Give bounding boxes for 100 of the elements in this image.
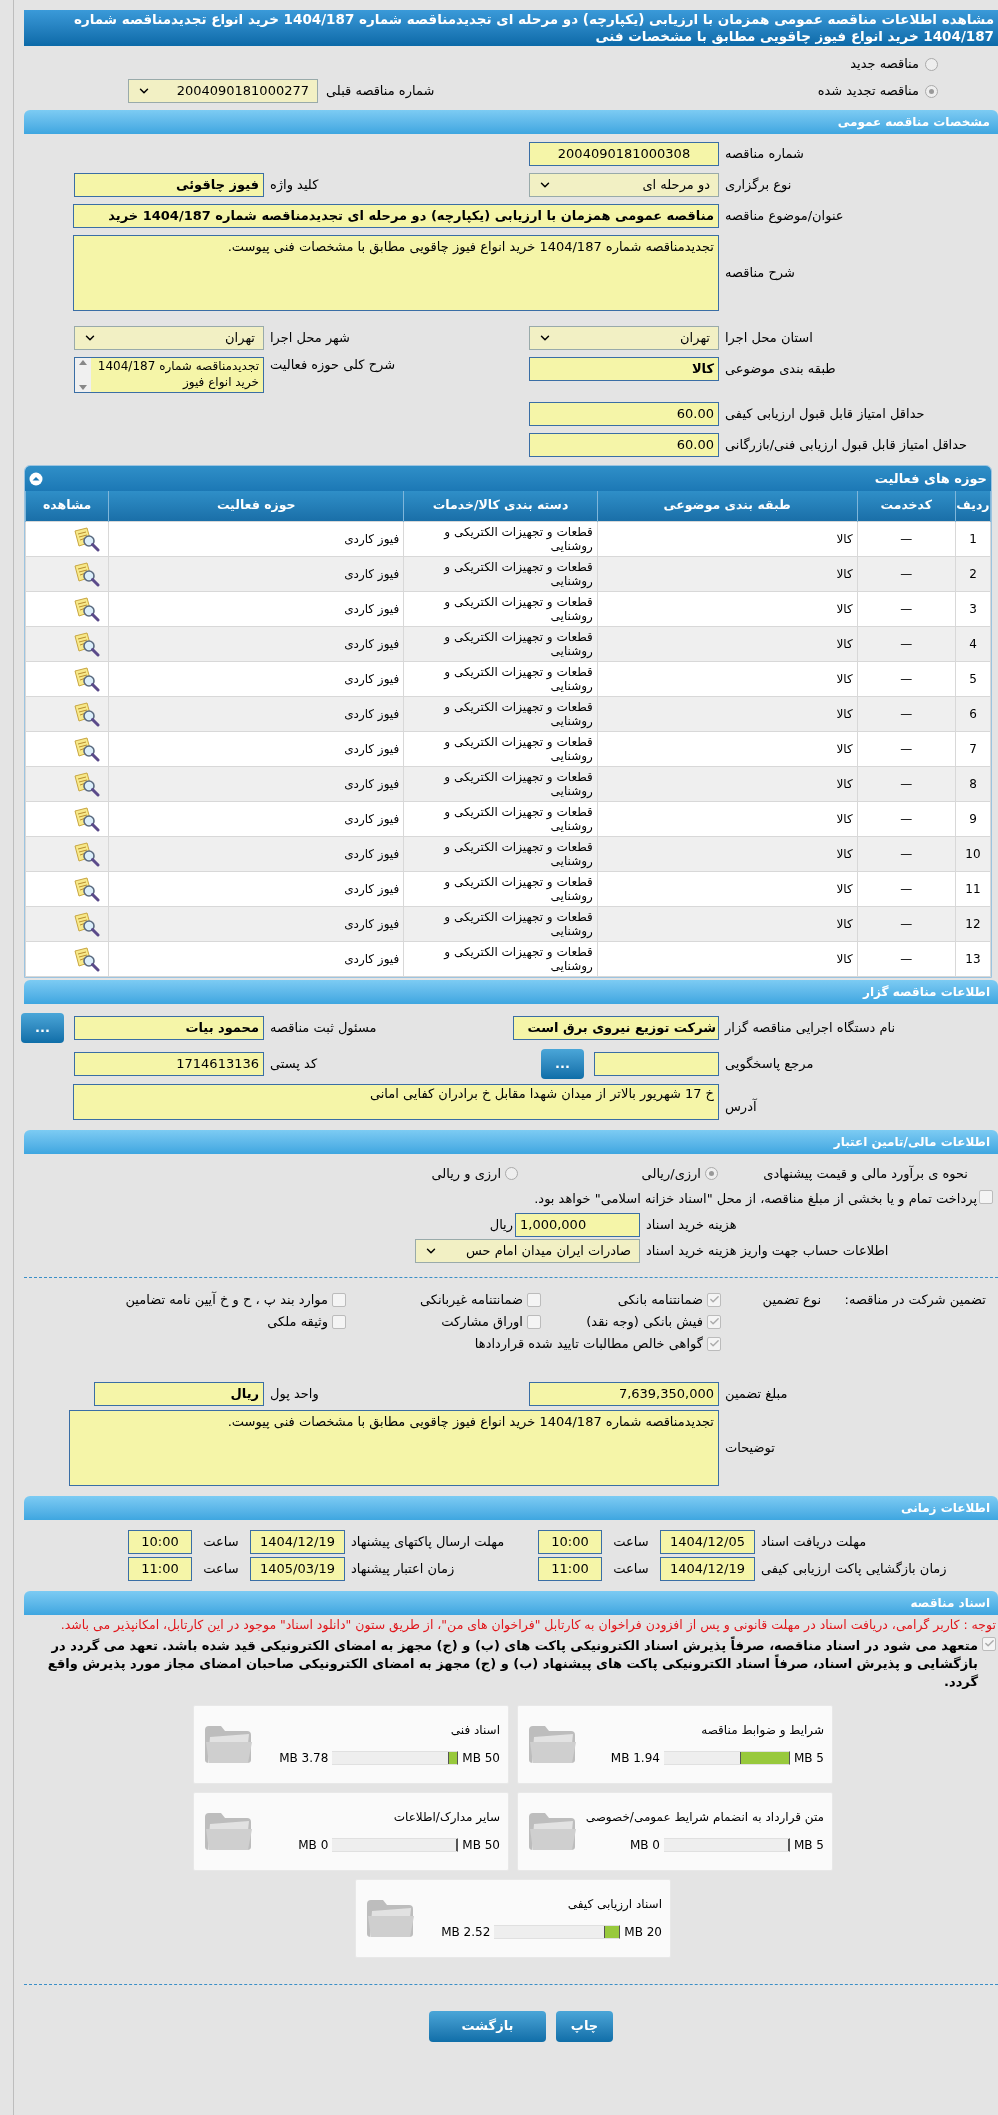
note-magnifier-icon[interactable] <box>72 735 101 762</box>
field-label: حداقل امتیاز قابل قبول ارزیابی فنی/بازرگانی <box>724 437 969 453</box>
size-used: 0 MB <box>629 1837 660 1854</box>
scroll-text-area[interactable]: تجدیدمناقصه شماره 1404/187 خرید انواع فیوز <box>74 357 264 393</box>
checkbox[interactable] <box>979 1189 993 1204</box>
dropdown[interactable]: تهران <box>529 326 719 350</box>
date-field[interactable]: 1404/12/05 <box>660 1529 755 1554</box>
time-field[interactable]: 11:00 <box>538 1556 602 1581</box>
table-cell: — <box>857 801 956 836</box>
field-label: مسئول ثبت مناقصه <box>269 1019 378 1036</box>
table-cell: کالا <box>597 696 858 731</box>
input-field[interactable]: فیوز چاقوئی <box>74 173 264 197</box>
table-cell: قطعات و تجهیزات الکتریکی و روشنایی <box>403 556 598 591</box>
back-button[interactable]: بازگشت <box>429 2010 546 2042</box>
time-field[interactable]: 10:00 <box>538 1529 602 1554</box>
time-field[interactable]: 11:00 <box>128 1556 192 1581</box>
document-title: متن قرارداد به انضمام شرایط عمومی/خصوصی <box>584 1809 824 1826</box>
section-header: مشخصات مناقصه عمومی <box>24 110 998 134</box>
checkbox[interactable] <box>332 1314 346 1329</box>
column-header: دسته بندی کالا/خدمات <box>403 491 598 521</box>
note-magnifier-icon[interactable] <box>72 910 101 937</box>
checkbox[interactable] <box>982 1636 996 1651</box>
field-label: شرح مناقصه <box>724 265 796 281</box>
input-field[interactable]: 2004090181000308 <box>529 142 719 166</box>
field-label: ریال <box>489 1216 514 1233</box>
table-cell: فیوز کاردی <box>108 696 404 731</box>
field-label: واحد پول <box>269 1385 320 1402</box>
input-field[interactable]: شرکت توزیع نیروی برق است <box>513 1015 719 1040</box>
print-button[interactable]: چاپ <box>556 2010 613 2042</box>
date-field[interactable]: 1404/12/19 <box>250 1529 345 1554</box>
date-field[interactable]: 1404/12/19 <box>660 1556 755 1581</box>
table-cell: — <box>857 696 956 731</box>
radio-button[interactable] <box>925 84 938 98</box>
browse-button[interactable]: ... <box>541 1048 584 1079</box>
dropdown[interactable]: دو مرحله ای <box>529 173 719 197</box>
text-area[interactable]: تجدیدمناقصه شماره 1404/187 خرید انواع فیوز چاقویی مطابق با مشخصات فنی پیوست. <box>69 1409 719 1486</box>
note-magnifier-icon[interactable] <box>72 770 101 797</box>
note-magnifier-icon[interactable] <box>72 560 101 587</box>
table-cell: فیوز کاردی <box>108 906 404 941</box>
input-field[interactable] <box>594 1051 719 1076</box>
checkbox[interactable] <box>707 1336 721 1351</box>
checkbox[interactable] <box>527 1314 541 1329</box>
note-magnifier-icon[interactable] <box>72 700 101 727</box>
browse-button[interactable]: ... <box>21 1012 64 1043</box>
collapse-icon[interactable] <box>29 471 43 486</box>
text-area[interactable]: خ 17 شهریور بالاتر از میدان شهدا مقابل خ برادران کفایی امانی <box>73 1083 719 1120</box>
dropdown[interactable]: صادرات ایران میدان امام حس <box>415 1238 640 1263</box>
input-field[interactable]: 1714613136 <box>74 1051 264 1076</box>
dropdown[interactable]: تهران <box>74 326 264 350</box>
note-magnifier-icon[interactable] <box>72 945 101 972</box>
input-field[interactable]: ریال <box>94 1381 264 1406</box>
input-field[interactable]: 7,639,350,000 <box>529 1381 719 1406</box>
checkbox[interactable] <box>332 1292 346 1307</box>
input-field[interactable]: محمود بیات <box>74 1015 264 1040</box>
field-label: شهر محل اجرا <box>269 330 351 346</box>
input-field[interactable]: 1,000,000 <box>515 1212 640 1237</box>
section-header: اسناد مناقصه <box>24 1590 998 1615</box>
note-magnifier-icon[interactable] <box>72 875 101 902</box>
scrollbar[interactable] <box>75 358 91 392</box>
field-label: مهلت ارسال پاکتهای پیشنهاد <box>350 1533 506 1550</box>
dropdown[interactable]: 2004090181000277 <box>128 79 318 103</box>
field-label: مناقصه تجدید شده <box>817 83 919 99</box>
table-cell: 10 <box>955 836 991 871</box>
date-field[interactable]: 1405/03/19 <box>250 1556 345 1581</box>
page-title: مشاهده اطلاعات مناقصه عمومی همزمان با ارزیابی (یکپارچه) دو مرحله ای تجدیدمناقصه شماره 1404/187 خرید انواع تجدیدمناقصه شماره 1404/187 خرید انواع فیوز چاقویی مطابق با مشخصات فنی <box>24 10 998 46</box>
radio-button[interactable] <box>925 57 938 71</box>
table-cell: قطعات و تجهیزات الکتریکی و روشنایی <box>403 871 598 906</box>
input-field[interactable]: مناقصه عمومی همزمان با ارزیابی (یکپارچه) دو مرحله ای تجدیدمناقصه شماره 1404/187 خرید <box>73 204 719 228</box>
input-field[interactable]: کالا <box>529 357 719 381</box>
radio-button[interactable] <box>705 1167 718 1180</box>
table-cell: کالا <box>597 801 858 836</box>
note-magnifier-icon[interactable] <box>72 840 101 867</box>
input-field[interactable]: 60.00 <box>529 402 719 426</box>
scroll-down-icon[interactable] <box>79 385 87 390</box>
checkbox[interactable] <box>707 1292 721 1307</box>
radio-button[interactable] <box>505 1167 518 1180</box>
commitment-text: متعهد می شود در اسناد مناقصه، صرفاً پذیرش اسناد الکترونیکی پاکت های (ب) و (ج) مجهز به امضای الکترونیکی قید شده باشد. تعهد می گردد در بازگشایی و پذیرش اسناد، صرفاً اسناد الکترونیکی پاکت های پیشنهاد (ب) و (ج) مجهز به امضای الکترونیکی صاحبان امضای مجاز مورد پذیرش واقع گردد. <box>46 1636 978 1691</box>
scroll-up-icon[interactable] <box>79 360 87 365</box>
table-cell: کالا <box>597 731 858 766</box>
note-magnifier-icon[interactable] <box>72 595 101 622</box>
checkbox[interactable] <box>527 1292 541 1307</box>
note-magnifier-icon[interactable] <box>72 630 101 657</box>
column-header: کدخدمت <box>857 491 956 521</box>
document-title: سایر مدارک/اطلاعات <box>392 1809 500 1826</box>
field-label: کلید واژه <box>269 177 320 193</box>
field-label: طبقه بندی موضوعی <box>724 360 837 377</box>
input-field[interactable]: 60.00 <box>529 433 719 457</box>
time-field[interactable]: 10:00 <box>128 1529 192 1554</box>
table-cell: 6 <box>955 696 991 731</box>
field-label: کد پستی <box>269 1055 319 1072</box>
checkbox[interactable] <box>707 1314 721 1329</box>
note-magnifier-icon[interactable] <box>72 805 101 832</box>
table-cell: فیوز کاردی <box>108 801 404 836</box>
note-magnifier-icon[interactable] <box>72 665 101 692</box>
table-cell: قطعات و تجهیزات الکتریکی و روشنایی <box>403 906 598 941</box>
field-label: ساعت <box>612 1560 650 1577</box>
table-cell: — <box>857 766 956 801</box>
note-magnifier-icon[interactable] <box>72 525 101 552</box>
table-cell: قطعات و تجهیزات الکتریکی و روشنایی <box>403 941 598 976</box>
text-area[interactable]: تجدیدمناقصه شماره 1404/187 خرید انواع فیوز چاقویی مطابق با مشخصات فنی پیوست. <box>73 235 719 311</box>
